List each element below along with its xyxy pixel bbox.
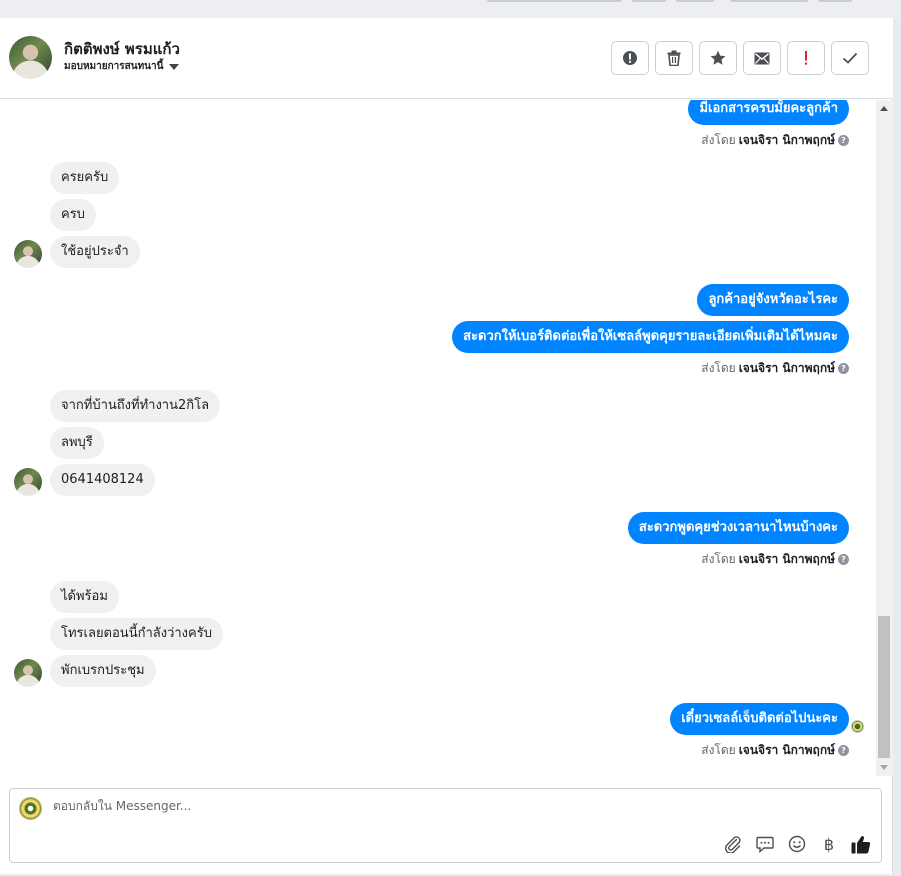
sent-by-name: เจนจิรา นิกาพฤกษ์ — [738, 133, 835, 147]
sent-by-label: ส่งโดย เจนจิรา นิกาพฤกษ์ ? — [701, 550, 849, 569]
paperclip-icon — [725, 836, 741, 853]
exclamation-icon — [805, 51, 807, 65]
reply-input[interactable] — [53, 799, 753, 813]
sent-by-name: เจนจิรา นิกาพฤกษ์ — [738, 361, 835, 375]
incoming-message[interactable]: ลพบุรี — [50, 427, 104, 459]
caret-down-icon — [169, 63, 180, 70]
info-icon[interactable]: ? — [838, 554, 849, 565]
incoming-message[interactable]: พักเบรกประชุม — [50, 655, 156, 687]
info-icon[interactable]: ? — [838, 363, 849, 374]
top-tab — [730, 0, 808, 2]
info-icon[interactable]: ? — [838, 745, 849, 756]
scroll-down-arrow-icon[interactable] — [880, 765, 888, 770]
sent-by-prefix: ส่งโดย — [701, 552, 736, 566]
incoming-message[interactable]: ใช้อยู่ประจำ — [50, 236, 140, 268]
smiley-icon — [788, 835, 806, 853]
emoji-button[interactable] — [786, 833, 808, 855]
outgoing-message[interactable]: สะดวกให้เบอร์ติดต่อเพื่อให้เซลล์พูดคุยรา… — [452, 321, 849, 353]
like-button[interactable] — [850, 833, 872, 855]
incoming-message[interactable]: ครบ — [50, 199, 96, 231]
top-tab — [487, 0, 622, 2]
composer-tools: ฿ — [722, 833, 872, 855]
attach-button[interactable] — [722, 833, 744, 855]
star-button[interactable] — [699, 41, 737, 75]
sent-by-name: เจนจิรา นิกาพฤกษ์ — [738, 552, 835, 566]
sent-by-prefix: ส่งโดย — [701, 361, 736, 375]
scrollbar-thumb[interactable] — [878, 616, 890, 758]
contact-avatar[interactable] — [9, 36, 52, 79]
check-icon — [842, 52, 858, 64]
contact-avatar-small[interactable] — [14, 659, 42, 687]
saved-replies-button[interactable] — [754, 833, 776, 855]
baht-icon: ฿ — [823, 834, 835, 854]
top-tab — [676, 0, 714, 2]
reply-composer: ฿ — [9, 788, 882, 863]
star-icon — [710, 50, 726, 65]
payment-button[interactable]: ฿ — [818, 833, 840, 855]
alert-circle-icon — [623, 51, 637, 65]
mark-done-button[interactable] — [831, 41, 869, 75]
sent-by-label: ส่งโดย เจนจิรา นิกาพฤกษ์ ? — [701, 741, 849, 760]
outgoing-message[interactable]: มีเอกสารครบมั้ยคะลูกค้า — [688, 100, 849, 125]
trash-icon — [667, 50, 681, 66]
assign-conversation-dropdown[interactable]: มอบหมายการสนทนานี้ — [64, 59, 180, 74]
header-actions — [611, 41, 869, 75]
contact-name[interactable]: กิตติพงษ์ พรมแก้ว — [64, 37, 180, 61]
incoming-message[interactable]: ครยครับ — [50, 162, 120, 194]
message-thread[interactable]: มีเอกสารครบมั้ยคะลูกค้า ส่งโดย เจนจิรา น… — [0, 100, 876, 776]
outgoing-message[interactable]: สะดวกพูดคุยช่วงเวลานาไหนบ้างคะ — [627, 512, 849, 544]
seen-indicator-avatar — [851, 720, 864, 733]
follow-up-button[interactable] — [787, 41, 825, 75]
info-icon[interactable]: ? — [838, 135, 849, 146]
outgoing-message[interactable]: เดี๋ยวเซลล์เจ็บติดต่อไปนะคะ — [670, 703, 849, 735]
top-tab — [818, 0, 852, 2]
top-strip — [0, 0, 901, 18]
thread-scrollbar[interactable] — [876, 100, 893, 776]
contact-avatar-small[interactable] — [14, 240, 42, 268]
top-tab — [632, 0, 666, 2]
incoming-message[interactable]: ได้พร้อม — [50, 581, 119, 613]
thumbs-up-icon — [851, 835, 871, 853]
mark-unread-button[interactable] — [743, 41, 781, 75]
sent-by-prefix: ส่งโดย — [701, 743, 736, 757]
envelope-icon — [754, 52, 770, 64]
scroll-up-arrow-icon[interactable] — [880, 106, 888, 111]
assign-label: มอบหมายการสนทนานี้ — [64, 61, 164, 72]
page-logo-avatar — [19, 797, 42, 820]
sent-by-prefix: ส่งโดย — [701, 133, 736, 147]
incoming-message[interactable]: จากที่บ้านถึงที่ทำงาน2กิโล — [50, 390, 221, 422]
sent-by-label: ส่งโดย เจนจิรา นิกาพฤกษ์ ? — [701, 359, 849, 378]
contact-avatar-small[interactable] — [14, 468, 42, 496]
incoming-message[interactable]: โทรเลยตอนนี้กำลังว่างครับ — [50, 618, 223, 650]
conversation-header: กิตติพงษ์ พรมแก้ว มอบหมายการสนทนานี้ — [0, 18, 893, 99]
chat-bubble-icon — [756, 836, 774, 853]
outgoing-message[interactable]: ลูกค้าอยู่จังหวัดอะไรคะ — [697, 284, 849, 316]
conversation-panel: กิตติพงษ์ พรมแก้ว มอบหมายการสนทนานี้ มีเ… — [0, 18, 893, 874]
incoming-message[interactable]: 0641408124 — [50, 464, 155, 496]
mark-spam-button[interactable] — [611, 41, 649, 75]
delete-button[interactable] — [655, 41, 693, 75]
sent-by-name: เจนจิรา นิกาพฤกษ์ — [738, 743, 835, 757]
sent-by-label: ส่งโดย เจนจิรา นิกาพฤกษ์ ? — [701, 131, 849, 150]
